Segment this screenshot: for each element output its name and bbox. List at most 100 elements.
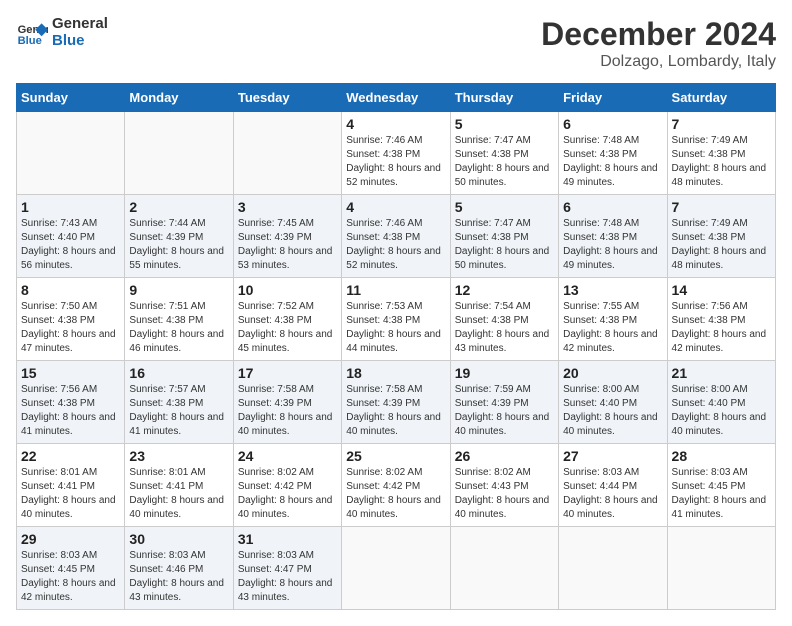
calendar-cell: 5Sunrise: 7:47 AMSunset: 4:38 PMDaylight… [450,195,558,278]
calendar-cell: 20Sunrise: 8:00 AMSunset: 4:40 PMDayligh… [559,361,667,444]
day-info: Sunrise: 8:03 AMSunset: 4:46 PMDaylight:… [129,549,228,605]
day-number: 24 [238,448,337,464]
calendar-cell: 26 Sunrise: 8:02 AMSunset: 4:43 PMDayligh… [450,444,558,527]
day-number: 3 [238,199,337,215]
day-number: 25 [346,448,445,464]
day-number: 18 [346,365,445,381]
day-info: Sunrise: 7:51 AMSunset: 4:38 PMDaylight:… [129,300,228,356]
day-number: 4 [346,116,445,132]
calendar-cell [450,527,558,610]
calendar-cell: 18 Sunrise: 7:58 AMSunset: 4:39 PMDayligh… [342,361,450,444]
logo-icon: General Blue [16,17,48,49]
day-number: 31 [238,531,337,547]
day-info: Sunrise: 7:45 AMSunset: 4:39 PMDaylight:… [238,217,337,273]
calendar-cell: 4 Sunrise: 7:46 AMSunset: 4:38 PMDaylight… [342,112,450,195]
calendar-cell: 13Sunrise: 7:55 AMSunset: 4:38 PMDayligh… [559,278,667,361]
header-friday: Friday [559,84,667,112]
weekday-header-row: Sunday Monday Tuesday Wednesday Thursday… [17,84,776,112]
day-number: 4 [346,199,445,215]
day-number: 21 [672,365,771,381]
calendar-cell [342,527,450,610]
calendar-cell: 12Sunrise: 7:54 AMSunset: 4:38 PMDayligh… [450,278,558,361]
day-number: 22 [21,448,120,464]
calendar-cell [559,527,667,610]
calendar-cell: 16Sunrise: 7:57 AMSunset: 4:38 PMDayligh… [125,361,233,444]
day-info: Sunrise: 8:00 AMSunset: 4:40 PMDaylight:… [672,383,771,439]
calendar-cell: 30 Sunrise: 8:03 AMSunset: 4:46 PMDayligh… [125,527,233,610]
day-info: Sunrise: 8:02 AMSunset: 4:43 PMDaylight:… [455,466,554,522]
day-info: Sunrise: 7:46 AMSunset: 4:38 PMDaylight:… [346,134,445,190]
header-tuesday: Tuesday [233,84,341,112]
calendar-cell: 19 Sunrise: 7:59 AMSunset: 4:39 PMDayligh… [450,361,558,444]
calendar-cell [125,112,233,195]
calendar-cell: 17Sunrise: 7:58 AMSunset: 4:39 PMDayligh… [233,361,341,444]
day-info: Sunrise: 7:57 AMSunset: 4:38 PMDaylight:… [129,383,228,439]
page-header: General Blue General Blue December 2024 … [16,16,776,71]
day-number: 15 [21,365,120,381]
header-sunday: Sunday [17,84,125,112]
calendar-cell: 28 Sunrise: 8:03 AMSunset: 4:45 PMDayligh… [667,444,775,527]
day-number: 26 [455,448,554,464]
calendar-cell [233,112,341,195]
calendar-cell: 31Sunrise: 8:03 AMSunset: 4:47 PMDayligh… [233,527,341,610]
title-block: December 2024 Dolzago, Lombardy, Italy [541,16,776,71]
header-wednesday: Wednesday [342,84,450,112]
day-number: 29 [21,531,120,547]
day-number: 19 [455,365,554,381]
day-number: 10 [238,282,337,298]
header-saturday: Saturday [667,84,775,112]
logo-text-blue: Blue [52,33,108,50]
day-number: 7 [672,116,771,132]
svg-text:Blue: Blue [18,35,42,47]
day-info: Sunrise: 7:56 AMSunset: 4:38 PMDaylight:… [21,383,120,439]
calendar-cell: 22 Sunrise: 8:01 AMSunset: 4:41 PMDayligh… [17,444,125,527]
day-info: Sunrise: 7:49 AMSunset: 4:38 PMDaylight:… [672,134,771,190]
calendar-cell: 21 Sunrise: 8:00 AMSunset: 4:40 PMDayligh… [667,361,775,444]
calendar-cell: 7Sunrise: 7:49 AMSunset: 4:38 PMDaylight… [667,195,775,278]
day-info: Sunrise: 7:58 AMSunset: 4:39 PMDaylight:… [346,383,445,439]
day-info: Sunrise: 7:46 AMSunset: 4:38 PMDaylight:… [346,217,445,273]
calendar-cell: 23Sunrise: 8:01 AMSunset: 4:41 PMDayligh… [125,444,233,527]
day-info: Sunrise: 7:59 AMSunset: 4:39 PMDaylight:… [455,383,554,439]
calendar-week-row: 15 Sunrise: 7:56 AMSunset: 4:38 PMDayligh… [17,361,776,444]
day-info: Sunrise: 7:47 AMSunset: 4:38 PMDaylight:… [455,217,554,273]
day-info: Sunrise: 7:50 AMSunset: 4:38 PMDaylight:… [21,300,120,356]
header-monday: Monday [125,84,233,112]
day-number: 7 [672,199,771,215]
calendar-cell: 6Sunrise: 7:48 AMSunset: 4:38 PMDaylight… [559,195,667,278]
day-number: 9 [129,282,228,298]
day-info: Sunrise: 7:43 AMSunset: 4:40 PMDaylight:… [21,217,120,273]
calendar-cell: 8 Sunrise: 7:50 AMSunset: 4:38 PMDaylight… [17,278,125,361]
day-info: Sunrise: 8:03 AMSunset: 4:44 PMDaylight:… [563,466,662,522]
day-info: Sunrise: 8:03 AMSunset: 4:45 PMDaylight:… [672,466,771,522]
day-info: Sunrise: 7:47 AMSunset: 4:38 PMDaylight:… [455,134,554,190]
day-info: Sunrise: 7:58 AMSunset: 4:39 PMDaylight:… [238,383,337,439]
calendar-cell: 2Sunrise: 7:44 AMSunset: 4:39 PMDaylight… [125,195,233,278]
day-number: 28 [672,448,771,464]
day-info: Sunrise: 8:00 AMSunset: 4:40 PMDaylight:… [563,383,662,439]
header-thursday: Thursday [450,84,558,112]
day-number: 13 [563,282,662,298]
day-number: 23 [129,448,228,464]
calendar-week-row: 22 Sunrise: 8:01 AMSunset: 4:41 PMDayligh… [17,444,776,527]
calendar-cell: 5 Sunrise: 7:47 AMSunset: 4:38 PMDaylight… [450,112,558,195]
day-number: 30 [129,531,228,547]
calendar-cell: 10 Sunrise: 7:52 AMSunset: 4:38 PMDayligh… [233,278,341,361]
day-info: Sunrise: 7:52 AMSunset: 4:38 PMDaylight:… [238,300,337,356]
day-info: Sunrise: 7:48 AMSunset: 4:38 PMDaylight:… [563,134,662,190]
day-number: 14 [672,282,771,298]
day-number: 6 [563,116,662,132]
calendar-cell: 1Sunrise: 7:43 AMSunset: 4:40 PMDaylight… [17,195,125,278]
day-number: 5 [455,116,554,132]
day-info: Sunrise: 7:53 AMSunset: 4:38 PMDaylight:… [346,300,445,356]
calendar-cell: 4 Sunrise: 7:46 AMSunset: 4:38 PMDaylight… [342,195,450,278]
calendar-week-row: 4 Sunrise: 7:46 AMSunset: 4:38 PMDaylight… [17,112,776,195]
day-number: 8 [21,282,120,298]
calendar-week-row: 8 Sunrise: 7:50 AMSunset: 4:38 PMDaylight… [17,278,776,361]
calendar-cell: 27Sunrise: 8:03 AMSunset: 4:44 PMDayligh… [559,444,667,527]
calendar-cell: 11Sunrise: 7:53 AMSunset: 4:38 PMDayligh… [342,278,450,361]
day-info: Sunrise: 8:02 AMSunset: 4:42 PMDaylight:… [346,466,445,522]
calendar-cell: 29Sunrise: 8:03 AMSunset: 4:45 PMDayligh… [17,527,125,610]
day-info: Sunrise: 8:01 AMSunset: 4:41 PMDaylight:… [21,466,120,522]
calendar-cell: 25 Sunrise: 8:02 AMSunset: 4:42 PMDayligh… [342,444,450,527]
